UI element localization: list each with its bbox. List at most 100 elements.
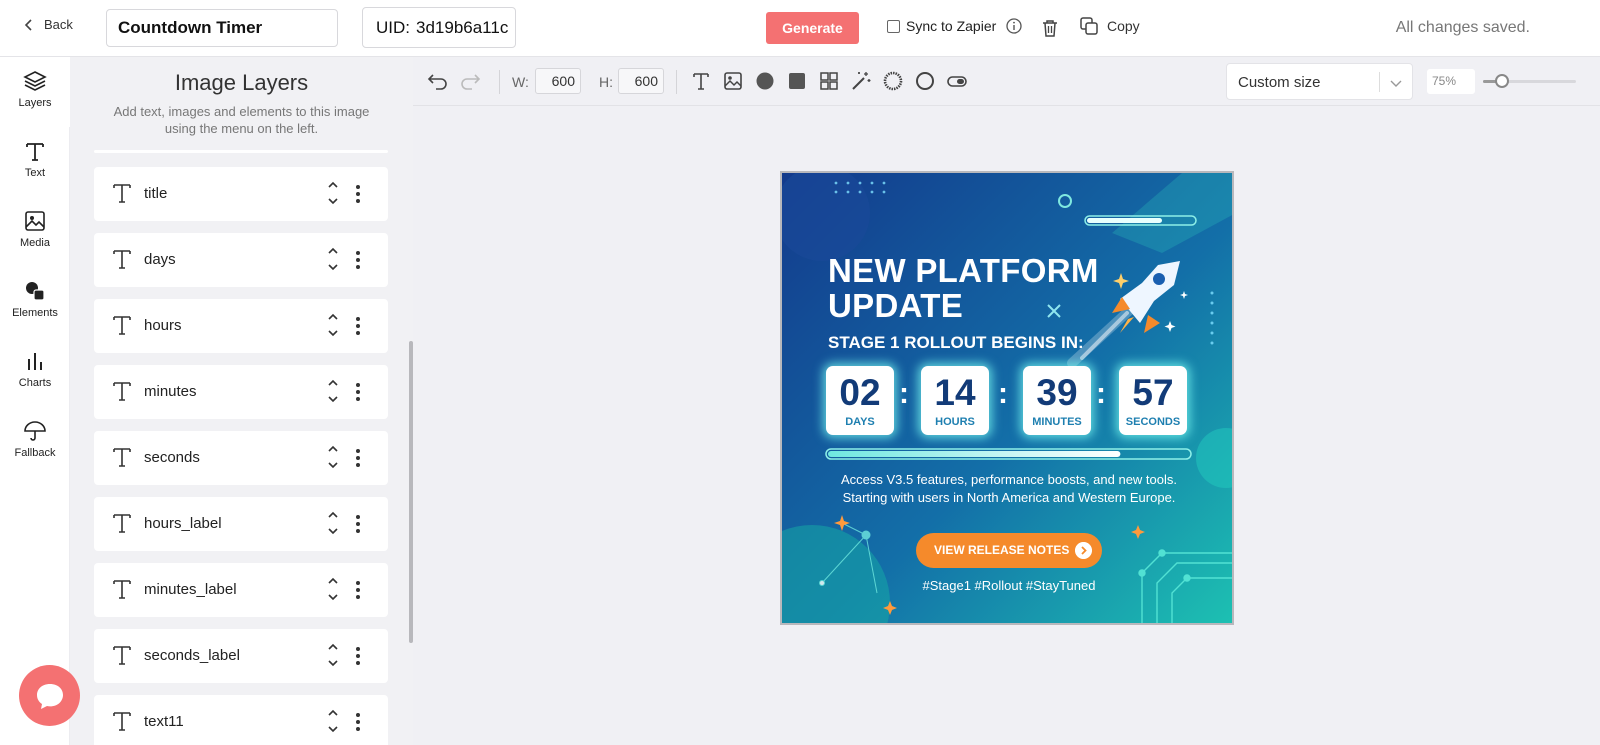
artwork-title-line2: UPDATE [828, 287, 964, 324]
layer-item[interactable]: title [94, 167, 388, 221]
magic-wand-icon[interactable] [850, 70, 872, 92]
rail-item-layers[interactable]: Layers [0, 57, 70, 127]
info-icon[interactable] [1006, 18, 1022, 34]
layer-name: minutes [144, 383, 197, 400]
artwork-title-line1: NEW PLATFORM [828, 252, 1099, 289]
rail-item-elements[interactable]: Elements [0, 267, 70, 337]
back-button[interactable]: Back [22, 17, 73, 32]
artwork-description-line1: Access V3.5 features, performance boosts… [840, 472, 1177, 487]
timer-seconds-value: 57 [1132, 372, 1174, 413]
top-bar: Back Countdown Timer UID: 3d19b6a11c Gene… [0, 0, 1600, 57]
width-input[interactable]: 600 [535, 68, 581, 94]
more-options-icon[interactable] [356, 250, 360, 270]
more-options-icon[interactable] [356, 184, 360, 204]
rail-label-fallback: Fallback [14, 447, 56, 459]
timer-seconds: 57 SECONDS [1119, 366, 1187, 435]
timer-colon: : [998, 377, 1008, 410]
timer-minutes-value: 39 [1036, 372, 1078, 413]
text-icon[interactable] [690, 70, 712, 92]
umbrella-icon [24, 421, 46, 441]
zoom-value[interactable]: 75% [1427, 69, 1475, 94]
layer-name: seconds [144, 449, 200, 466]
more-options-icon[interactable] [356, 514, 360, 534]
text-layer-icon [113, 514, 131, 533]
more-options-icon[interactable] [356, 712, 360, 732]
height-input[interactable]: 600 [618, 68, 664, 94]
more-options-icon[interactable] [356, 448, 360, 468]
reorder-icon[interactable] [327, 180, 339, 206]
reorder-icon[interactable] [327, 246, 339, 272]
timer-days-label: DAYS [845, 416, 875, 428]
panel-title: Image Layers [174, 70, 309, 95]
redo-icon[interactable] [459, 70, 481, 92]
canvas-size-select[interactable]: Custom size [1226, 63, 1413, 100]
layer-name: hours [144, 317, 182, 334]
editor-toolbar: W: 600 H: 600 [413, 57, 1600, 106]
release-notes-button[interactable]: VIEW RELEASE NOTES [916, 533, 1102, 568]
chat-button[interactable] [19, 665, 80, 726]
toggle-icon[interactable] [946, 70, 968, 92]
reorder-icon[interactable] [327, 708, 339, 734]
chat-bubble-icon [36, 683, 63, 709]
timer-hours-label: HOURS [935, 416, 975, 428]
rail-label-elements: Elements [12, 307, 58, 319]
rail-item-media[interactable]: Media [0, 197, 70, 267]
layer-item[interactable]: minutes [94, 365, 388, 419]
layer-name: seconds_label [144, 647, 240, 664]
rail-label-charts: Charts [18, 377, 52, 389]
reorder-icon[interactable] [327, 378, 339, 404]
layer-item[interactable]: seconds [94, 431, 388, 485]
reorder-icon[interactable] [327, 576, 339, 602]
trash-icon[interactable] [1041, 18, 1059, 38]
layer-item[interactable]: hours [94, 299, 388, 353]
rail-item-charts[interactable]: Charts [0, 337, 70, 407]
layer-item[interactable]: text11 [94, 695, 388, 745]
more-options-icon[interactable] [356, 316, 360, 336]
text-layer-icon [113, 646, 131, 665]
timer-hours-value: 14 [934, 372, 976, 413]
layer-item[interactable]: days [94, 233, 388, 287]
generate-button[interactable]: Generate [766, 12, 859, 44]
text-icon [26, 143, 44, 161]
circle-icon[interactable] [754, 70, 776, 92]
back-label: Back [44, 17, 73, 32]
grid-icon[interactable] [818, 70, 840, 92]
reorder-icon[interactable] [327, 510, 339, 536]
reorder-icon[interactable] [327, 312, 339, 338]
more-options-icon[interactable] [356, 646, 360, 666]
text-layer-icon [113, 184, 131, 203]
layers-panel: Image Layers Add text, images and elemen… [70, 57, 413, 745]
reorder-icon[interactable] [327, 642, 339, 668]
layer-name: text11 [144, 713, 184, 730]
zoom-slider-thumb[interactable] [1494, 74, 1509, 88]
text-layer-icon [113, 316, 131, 335]
layer-item[interactable]: minutes_label [94, 563, 388, 617]
layer-item[interactable]: seconds_label [94, 629, 388, 683]
timer-name-input[interactable]: Countdown Timer [106, 9, 338, 47]
layer-item[interactable]: hours_label [94, 497, 388, 551]
arrow-right-icon [1075, 542, 1092, 559]
decor-mini-bar-fill [1087, 218, 1162, 223]
outline-circle-icon[interactable] [914, 70, 936, 92]
width-label: W: [512, 74, 529, 90]
rail-label-media: Media [20, 237, 50, 249]
sync-zapier-checkbox[interactable] [887, 19, 900, 33]
more-options-icon[interactable] [356, 580, 360, 600]
panel-divider [94, 150, 388, 153]
tool-rail: Layers Text Media Elements Charts Fallba… [0, 57, 70, 745]
canvas-artwork[interactable]: NEW PLATFORM UPDATE STAGE 1 ROLLOUT BEGI… [780, 171, 1234, 625]
more-options-icon[interactable] [356, 382, 360, 402]
rail-item-fallback[interactable]: Fallback [0, 407, 70, 477]
artwork-title: NEW PLATFORM UPDATE [828, 253, 1099, 323]
layer-name: minutes_label [144, 581, 237, 598]
timer-colon: : [1096, 377, 1106, 410]
copy-button[interactable]: Copy [1080, 17, 1140, 35]
rail-item-text[interactable]: Text [0, 127, 70, 197]
ring-icon[interactable] [882, 70, 904, 92]
reorder-icon[interactable] [327, 444, 339, 470]
undo-icon[interactable] [427, 70, 449, 92]
rail-label-layers: Layers [18, 97, 52, 109]
image-icon[interactable] [722, 70, 744, 92]
square-icon[interactable] [786, 70, 808, 92]
sync-zapier: Sync to Zapier [887, 18, 1022, 34]
